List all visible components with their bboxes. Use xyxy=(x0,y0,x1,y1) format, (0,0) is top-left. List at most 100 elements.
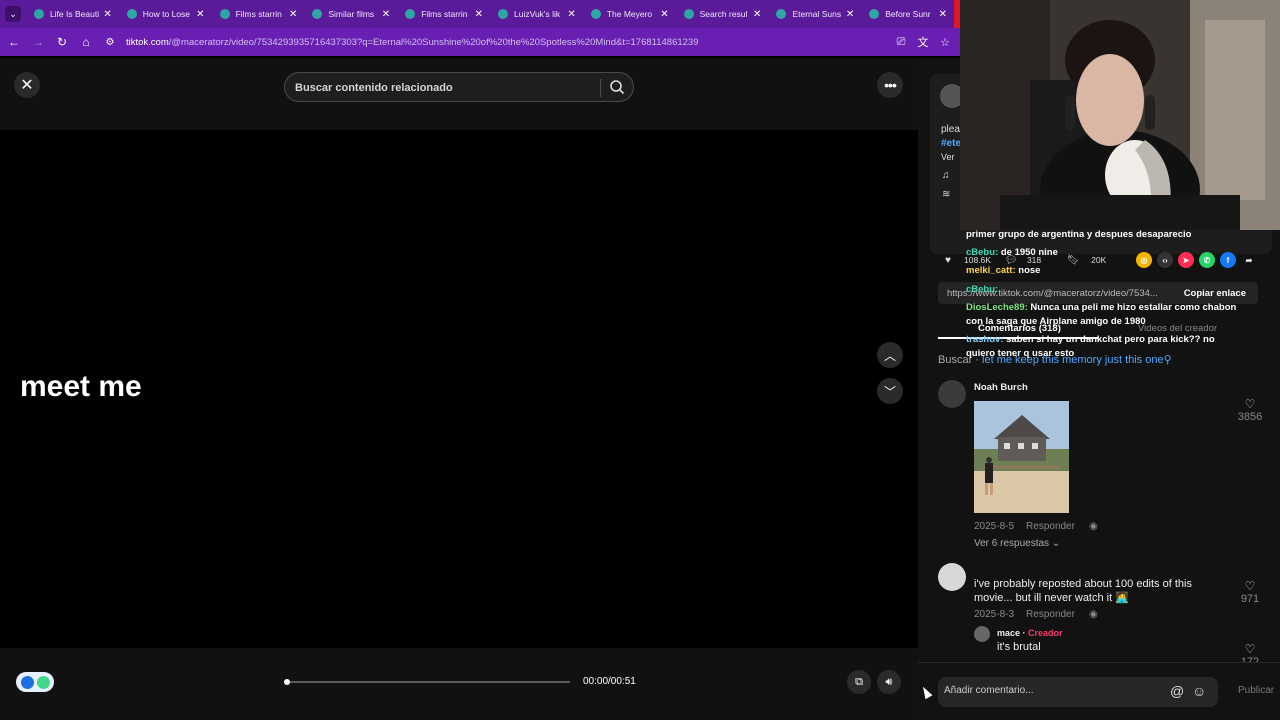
browser-tab[interactable]: Life Is Beauti ✕ xyxy=(26,0,119,28)
emoji-icon[interactable]: ☺ xyxy=(1192,683,1206,699)
close-tab-icon[interactable]: ✕ xyxy=(939,9,947,20)
install-app-icon[interactable]: ⎚ xyxy=(892,33,910,51)
close-tab-icon[interactable]: ✕ xyxy=(660,9,668,20)
tab-search-button[interactable]: ⌄ xyxy=(0,0,26,28)
reply-author[interactable]: mace · Creador xyxy=(997,628,1063,638)
browser-tab[interactable]: Films starrin ✕ xyxy=(212,0,305,28)
picture-in-picture-icon: ⧉ xyxy=(855,675,863,688)
next-video-button[interactable]: ﹀ xyxy=(877,378,903,404)
bookmark-star-icon[interactable]: ☆ xyxy=(936,33,954,51)
mention-icon[interactable]: @ xyxy=(1170,683,1184,699)
site-info-icon[interactable]: ⚙ xyxy=(98,28,122,56)
hashtag-link[interactable]: #ete xyxy=(941,138,961,149)
comment-author[interactable]: Noah Burch xyxy=(974,382,1028,393)
tab-favicon xyxy=(312,9,323,19)
whatsapp-icon[interactable]: ✆ xyxy=(1199,252,1215,268)
close-tab-icon[interactable]: ✕ xyxy=(103,9,111,20)
screen: ⌄ Life Is Beauti ✕ How to Lose ✕ Films sta… xyxy=(0,0,1280,720)
browser-tab[interactable]: LuizVuk's lik ✕ xyxy=(490,0,583,28)
close-tab-icon[interactable]: ✕ xyxy=(475,9,483,20)
reply-author-name: mace xyxy=(997,628,1021,638)
tab-favicon xyxy=(405,9,416,19)
extension-badge[interactable] xyxy=(16,672,54,692)
tab-creator-videos[interactable]: Videos del creador xyxy=(1138,323,1217,334)
copy-link-button[interactable]: Copiar enlace xyxy=(1184,288,1246,299)
close-tab-icon[interactable]: ✕ xyxy=(567,9,575,20)
more-options-button[interactable]: ••• xyxy=(877,72,903,98)
browser-tab[interactable]: Search resul ✕ xyxy=(676,0,769,28)
translate-icon[interactable]: 文 xyxy=(914,33,932,51)
volume-button[interactable]: 🔊︎ xyxy=(877,670,901,694)
heart-icon[interactable]: ♥ xyxy=(940,252,956,268)
forward-icon[interactable]: → xyxy=(26,28,50,56)
video-caption: meet me xyxy=(20,370,142,403)
chat-user: cBebu: xyxy=(966,247,999,258)
related-search-input[interactable] xyxy=(295,80,595,96)
reply-like[interactable]: ♡ 172 xyxy=(1235,642,1265,662)
tab-favicon xyxy=(33,9,44,19)
comment-avatar[interactable] xyxy=(938,563,966,591)
see-more-link[interactable]: Ver xyxy=(941,152,955,162)
chat-text: Nunca una peli me hizo estallar como cha… xyxy=(1027,302,1237,313)
close-tab-icon[interactable]: ✕ xyxy=(382,9,390,20)
time-readout: 00:00/00:51 xyxy=(583,676,636,687)
browser-tab[interactable]: How to Lose ✕ xyxy=(119,0,212,28)
previous-video-button[interactable]: ︿ xyxy=(877,342,903,368)
facebook-icon[interactable]: f xyxy=(1220,252,1236,268)
browser-tab[interactable]: Films starrin ✕ xyxy=(397,0,490,28)
pip-button[interactable]: ⧉ xyxy=(847,670,871,694)
view-replies[interactable]: Ver 6 respuestas ⌄ xyxy=(974,538,1060,549)
publish-button[interactable]: Publicar xyxy=(1238,685,1274,696)
home-icon[interactable]: ⌂ xyxy=(74,28,98,56)
reply-button[interactable]: Responder xyxy=(1026,521,1075,532)
bookmark-icon[interactable]: 🔖︎ xyxy=(1065,252,1081,268)
chat-message: cBebu: xyxy=(966,284,998,295)
chat-user: melki_catt: xyxy=(966,265,1016,276)
reply-avatar[interactable] xyxy=(974,626,990,642)
comment-avatar[interactable] xyxy=(938,380,966,408)
chat-message: melki_catt: nose xyxy=(966,265,1040,276)
reload-icon[interactable]: ↻ xyxy=(50,28,74,56)
tab-favicon xyxy=(126,9,137,19)
comment-date: 2025-8-3 xyxy=(974,609,1015,620)
embed-icon[interactable]: ‹› xyxy=(1157,252,1173,268)
close-tab-icon[interactable]: ✕ xyxy=(846,9,854,20)
tab-favicon xyxy=(869,9,880,19)
coin-icon[interactable]: ◎ xyxy=(1136,252,1152,268)
progress-bar[interactable] xyxy=(284,679,570,685)
close-tab-icon[interactable]: ✕ xyxy=(196,9,204,20)
music-note-icon: ♫ xyxy=(942,170,950,181)
close-icon: ✕ xyxy=(20,77,34,94)
more-dots-icon: ••• xyxy=(884,77,897,93)
send-icon[interactable]: ➤ xyxy=(1178,252,1194,268)
reply-button[interactable]: Responder xyxy=(1026,609,1075,620)
back-icon[interactable]: ← xyxy=(2,28,26,56)
progress-handle[interactable] xyxy=(284,679,290,685)
url-path: /@maceratorz/video/7534293935716437303?q… xyxy=(168,36,699,48)
reply-text: it's brutal xyxy=(997,641,1041,653)
streamer-webcam-image xyxy=(960,0,1280,230)
url-host: tiktok.com xyxy=(126,36,169,48)
heart-outline-icon: ♡ xyxy=(1244,642,1256,656)
close-tab-icon[interactable]: ✕ xyxy=(753,9,761,20)
browser-tab[interactable]: The Meyero ✕ xyxy=(583,0,676,28)
close-tab-icon[interactable]: ✕ xyxy=(289,9,297,20)
comment-like[interactable]: ♡ 971 xyxy=(1235,579,1265,605)
browser-tab[interactable]: Eternal Suns ✕ xyxy=(768,0,861,28)
browser-tab[interactable]: Before Sunr ✕ xyxy=(861,0,954,28)
tab-favicon xyxy=(776,9,787,19)
comment-like[interactable]: ♡ 3856 xyxy=(1235,397,1265,423)
chat-message: con la saga que Airplane amigo de 1980 xyxy=(966,316,1146,327)
url-field[interactable]: tiktok.com/@maceratorz/video/75342939357… xyxy=(126,37,866,48)
browser-tab[interactable]: Similar films ✕ xyxy=(304,0,397,28)
close-player-button[interactable]: ✕ xyxy=(14,72,40,98)
comment-text: i've probably reposted about 100 edits o… xyxy=(974,578,1192,604)
share-arrow-icon[interactable]: ➦ xyxy=(1241,252,1257,268)
chat-message: cBebu: de 1950 nine xyxy=(966,247,1058,258)
share-row: ◎ ‹› ➤ ✆ f ➦ xyxy=(1136,252,1257,268)
search-icon[interactable] xyxy=(609,79,625,95)
chat-text: nose xyxy=(1015,265,1041,276)
comment-image[interactable] xyxy=(974,401,1069,513)
comment-input[interactable] xyxy=(944,685,1164,696)
chat-text: primer grupo de argentina y despues desa… xyxy=(966,229,1192,240)
